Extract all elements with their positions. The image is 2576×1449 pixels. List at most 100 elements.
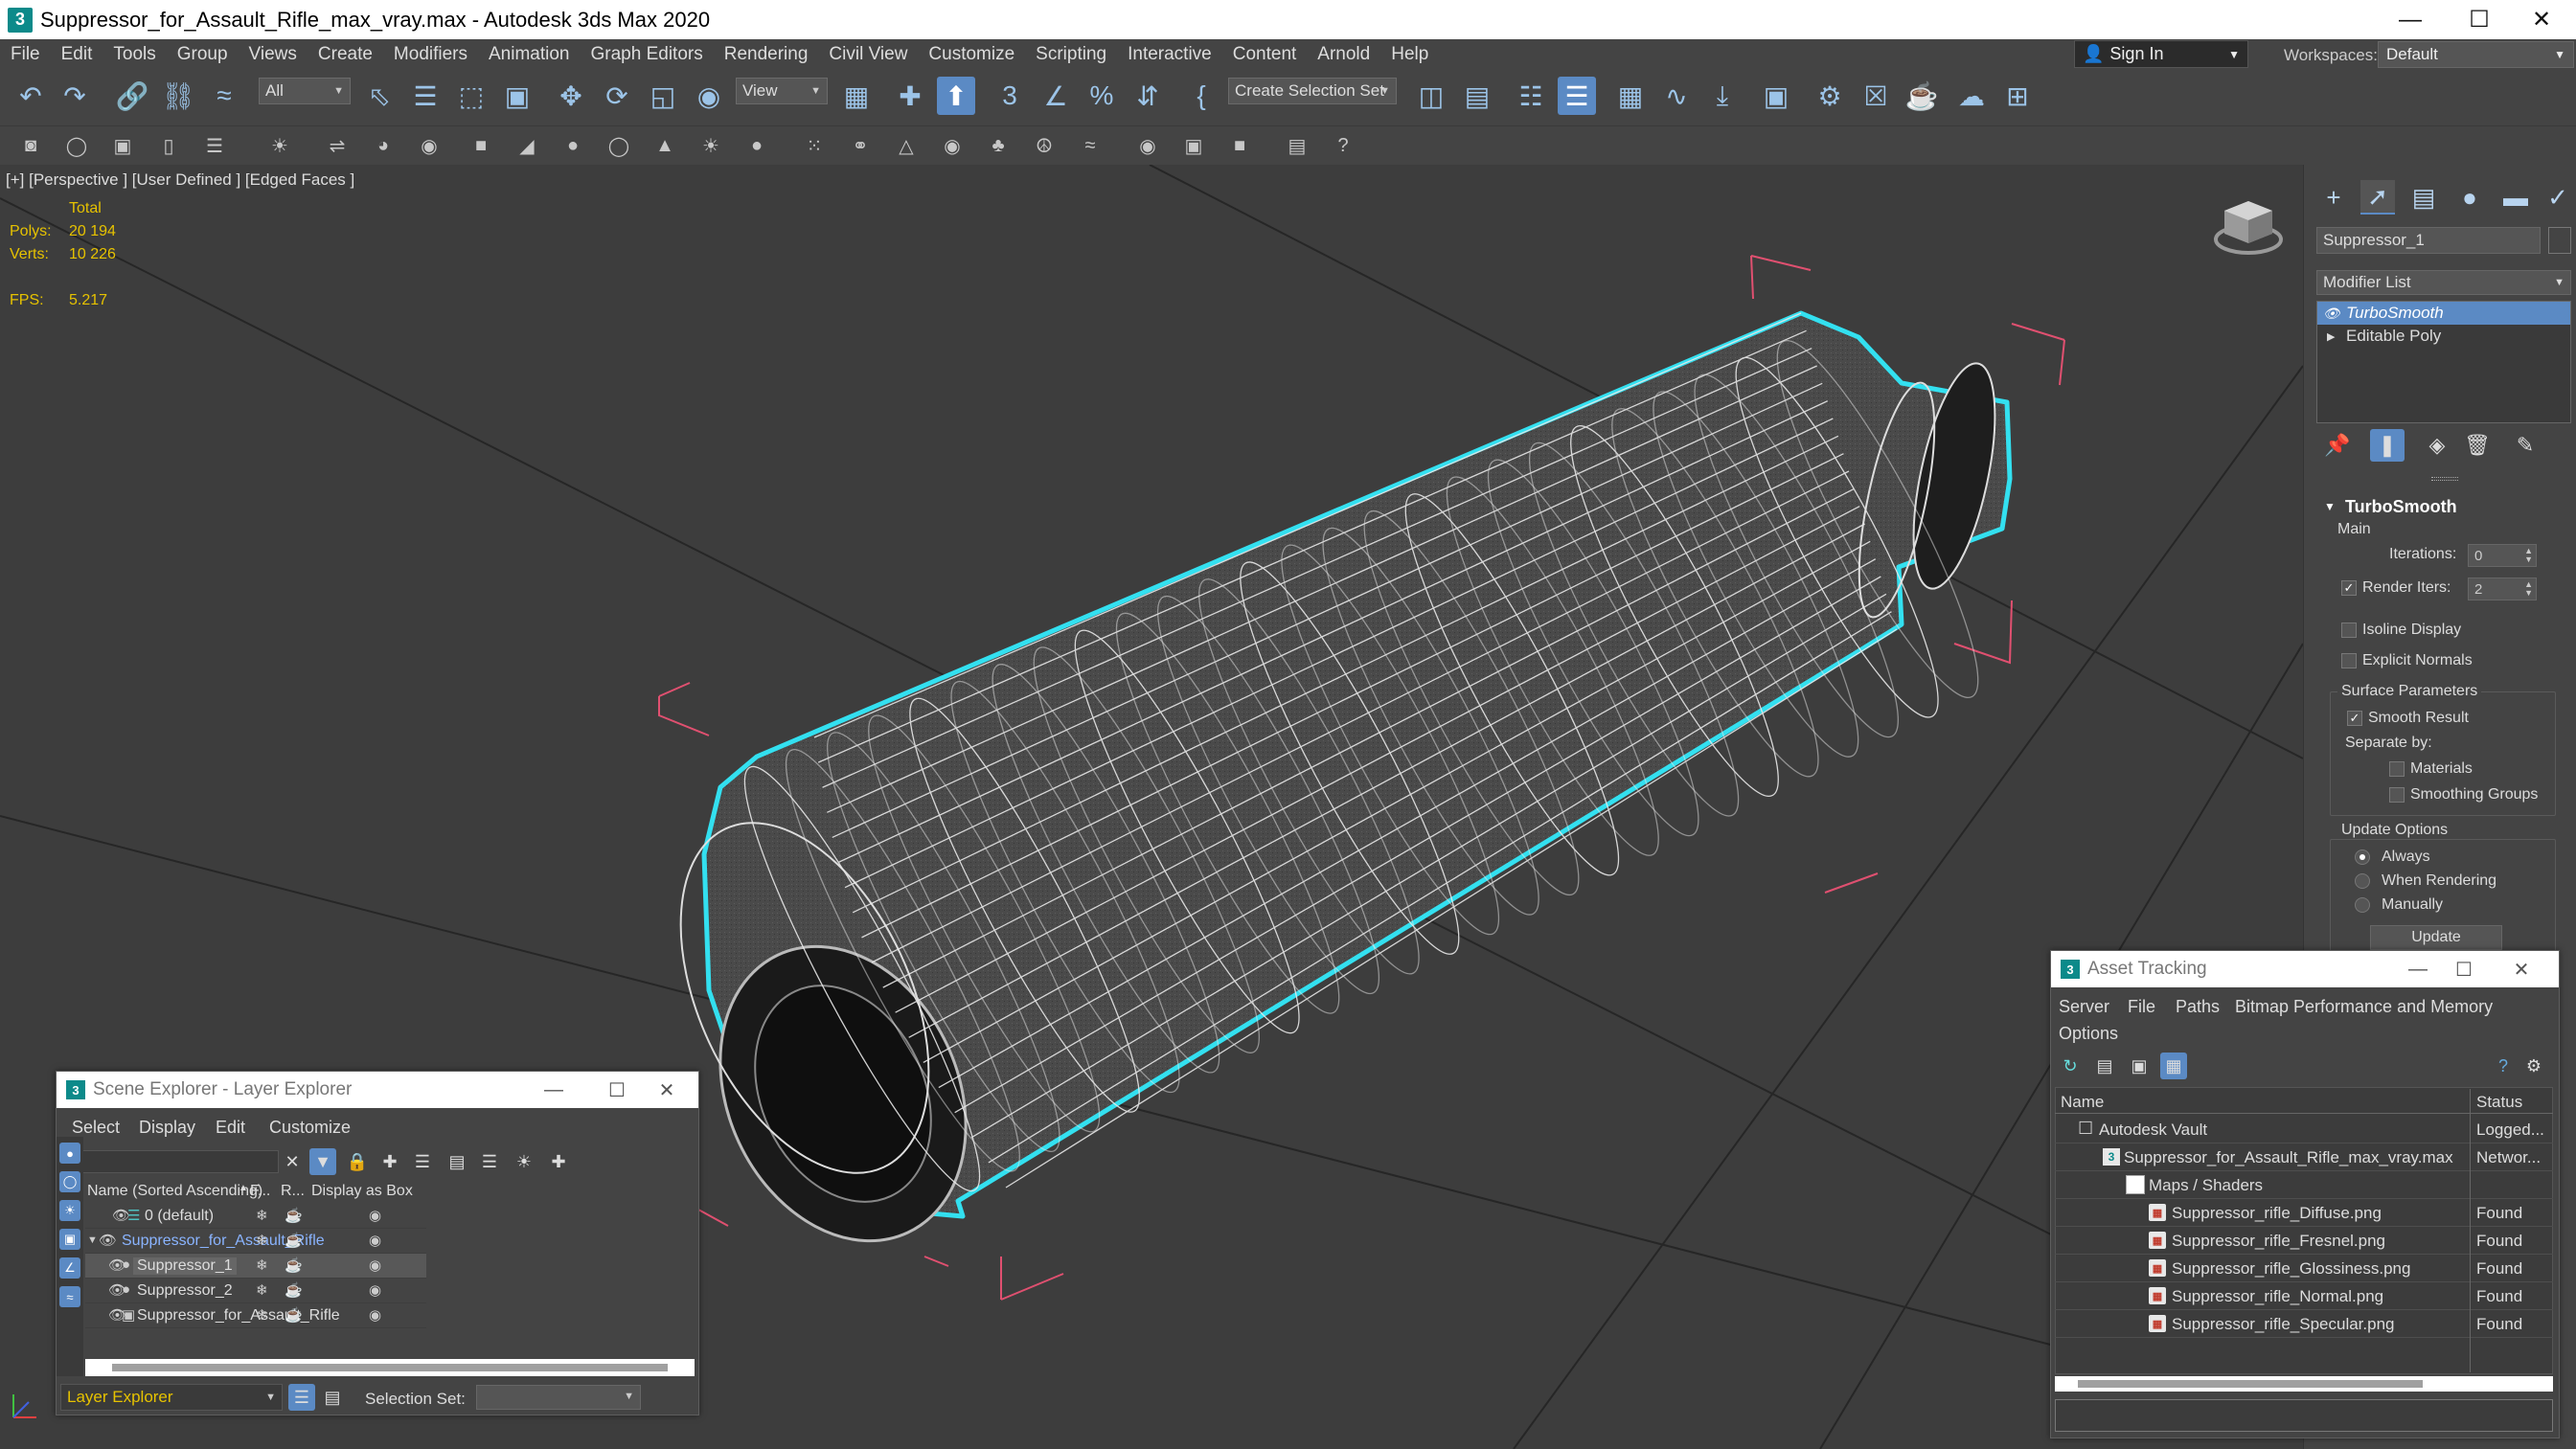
col-display-as-box-header[interactable]: Display as Box: [311, 1183, 413, 1200]
undo-icon[interactable]: ↶: [11, 77, 50, 115]
materials-checkbox[interactable]: [2389, 761, 2405, 777]
scrollbar-thumb[interactable]: [112, 1364, 668, 1371]
list-item[interactable]: 👁 ☰ 0 (default) ❄ ☕ ◉: [85, 1204, 426, 1229]
turbosmooth-rollout-header[interactable]: ▼ TurboSmooth: [2316, 494, 2571, 519]
explorer-type-dropdown[interactable]: Layer Explorer ▼: [60, 1384, 283, 1411]
box-icon[interactable]: ◉: [369, 1207, 381, 1224]
lock-icon[interactable]: 🔒: [344, 1148, 371, 1175]
close-button[interactable]: ✕: [2488, 951, 2555, 987]
crowd-icon[interactable]: ☮: [1031, 132, 1058, 159]
render-queue-icon[interactable]: ⊞: [1998, 77, 2037, 115]
table-row[interactable]: ▦ Suppressor_rifle_Specular.png Found: [2055, 1310, 2553, 1338]
freeze-icon[interactable]: ❄: [256, 1257, 268, 1274]
redo-icon[interactable]: ↷: [56, 77, 94, 115]
modify-tab-icon[interactable]: ➚: [2360, 180, 2395, 215]
col-name-header[interactable]: Name: [2061, 1093, 2104, 1112]
reference-coordinate-dropdown[interactable]: View ▼: [736, 78, 828, 104]
box-icon[interactable]: ◉: [369, 1257, 381, 1274]
display-cameras-icon[interactable]: ▣: [59, 1229, 80, 1250]
teapot-icon[interactable]: ◕: [370, 132, 397, 159]
render-iters-spinner[interactable]: 2 ▲ ▼: [2468, 577, 2537, 600]
move-icon[interactable]: ✥: [552, 77, 590, 115]
foliage-icon[interactable]: ♣: [985, 132, 1012, 159]
minimize-button[interactable]: —: [520, 1072, 587, 1108]
menu-content[interactable]: Content: [1222, 44, 1308, 65]
smoothing-groups-checkbox[interactable]: [2389, 787, 2405, 803]
menu-group[interactable]: Group: [167, 44, 239, 65]
pin-stack-icon[interactable]: 📌: [2320, 429, 2355, 462]
freeze-icon[interactable]: ❄: [256, 1207, 268, 1224]
table-view-icon[interactable]: ▣: [2126, 1053, 2153, 1079]
sync-icon[interactable]: ✚: [545, 1148, 572, 1175]
col-render-header[interactable]: R...: [281, 1183, 305, 1200]
globe-icon[interactable]: ◉: [939, 132, 966, 159]
eye-icon[interactable]: 👁: [2323, 306, 2340, 322]
expand-triangle-icon[interactable]: ▶: [2327, 330, 2335, 343]
menu-modifiers[interactable]: Modifiers: [383, 44, 478, 65]
col-frozen-header[interactable]: F...: [250, 1183, 270, 1200]
list-item[interactable]: 👁 ● Suppressor_2 ❄ ☕ ◉: [85, 1279, 426, 1303]
object-name-field[interactable]: Suppressor_1: [2316, 227, 2541, 254]
selection-set-dropdown[interactable]: ▼: [476, 1385, 641, 1410]
hair-icon[interactable]: ≈: [1077, 132, 1104, 159]
table-row[interactable]: Maps / Shaders: [2055, 1171, 2553, 1199]
snaps-toggle-icon[interactable]: 3: [991, 77, 1029, 115]
horizontal-scrollbar[interactable]: [85, 1359, 695, 1376]
light-lister-icon[interactable]: ☀: [266, 132, 293, 159]
smooth-result-checkbox[interactable]: ✓: [2347, 711, 2362, 726]
hierarchy-tab-icon[interactable]: ▤: [2406, 180, 2441, 215]
list-item[interactable]: 👁 ▣ Suppressor_for_Assault_Rifle ❄ ☕ ◉: [85, 1303, 426, 1328]
torus-icon[interactable]: ◯: [605, 132, 632, 159]
menu-display[interactable]: Display: [139, 1118, 195, 1138]
teapot-icon[interactable]: ☕: [285, 1207, 303, 1224]
menu-rendering[interactable]: Rendering: [714, 44, 819, 65]
sphere-icon[interactable]: ●: [559, 132, 586, 159]
menu-interactive[interactable]: Interactive: [1117, 44, 1222, 65]
character-icon[interactable]: △: [893, 132, 920, 159]
spinner-snap-icon[interactable]: ⇵: [1128, 77, 1167, 115]
bind-space-warp-icon[interactable]: ≈: [205, 77, 243, 115]
angle-snap-icon[interactable]: ∠: [1037, 77, 1075, 115]
eye-icon[interactable]: 👁: [99, 1232, 117, 1249]
iterations-spinner[interactable]: 0 ▲ ▼: [2468, 544, 2537, 567]
lasso-icon[interactable]: ◯: [63, 132, 90, 159]
menu-customize[interactable]: Customize: [918, 44, 1025, 65]
link-icon[interactable]: 🔗: [113, 77, 151, 115]
update-button[interactable]: Update: [2370, 925, 2502, 950]
table-row[interactable]: ▦ Suppressor_rifle_Diffuse.png Found: [2055, 1199, 2553, 1227]
teapot-icon[interactable]: ☕: [285, 1232, 303, 1249]
remove-modifier-icon[interactable]: 🗑: [2460, 429, 2495, 462]
make-unique-icon[interactable]: ◈: [2420, 429, 2454, 462]
list-item[interactable]: ▼ 👁 Suppressor_for_Assault_Rifle ❄ ☕ ◉: [85, 1229, 426, 1254]
environment-icon[interactable]: ◉: [1134, 132, 1161, 159]
display-none-icon[interactable]: ●: [59, 1143, 80, 1164]
dynamics-icon[interactable]: ⚭: [847, 132, 874, 159]
scene-explorer-titlebar[interactable]: 3 Scene Explorer - Layer Explorer — ☐ ✕: [57, 1072, 698, 1108]
help-icon[interactable]: ?: [1330, 132, 1356, 159]
workspace-select[interactable]: Default ▼: [2378, 41, 2574, 68]
menu-paths[interactable]: Paths: [2176, 997, 2220, 1017]
filter-icon[interactable]: ▼: [309, 1148, 336, 1175]
rectangular-selection-icon[interactable]: ⬚: [452, 77, 490, 115]
create-tab-icon[interactable]: +: [2316, 180, 2351, 215]
frame-buffer-icon[interactable]: ▣: [1180, 132, 1207, 159]
manually-radio[interactable]: [2355, 897, 2370, 913]
bone-icon[interactable]: ⇌: [324, 132, 351, 159]
render-production-icon[interactable]: ☕: [1903, 77, 1941, 115]
menu-options[interactable]: Options: [2059, 1024, 2118, 1044]
box-primitive-icon[interactable]: ■: [467, 132, 494, 159]
teapot-icon[interactable]: ☕: [285, 1281, 303, 1299]
layer-explorer-mode-icon[interactable]: ☰: [288, 1384, 315, 1411]
menu-bitmap-performance[interactable]: Bitmap Performance and Memory: [2235, 997, 2493, 1017]
menu-edit[interactable]: Edit: [216, 1118, 245, 1138]
scene-explorer-toggle-icon[interactable]: ☷: [1512, 77, 1550, 115]
render-in-cloud-icon[interactable]: ☁: [1952, 77, 1991, 115]
stack-layers-icon[interactable]: ☰: [476, 1148, 503, 1175]
render-iters-checkbox[interactable]: ✓: [2341, 580, 2357, 596]
list-icon[interactable]: ☰: [201, 132, 228, 159]
menu-help[interactable]: Help: [1380, 44, 1439, 65]
place-icon[interactable]: ◉: [690, 77, 728, 115]
unlink-icon[interactable]: ⛓: [159, 77, 197, 115]
scene-explorer-mode-icon[interactable]: ▤: [319, 1384, 346, 1411]
table-row[interactable]: ▦ Suppressor_rifle_Glossiness.png Found: [2055, 1255, 2553, 1282]
